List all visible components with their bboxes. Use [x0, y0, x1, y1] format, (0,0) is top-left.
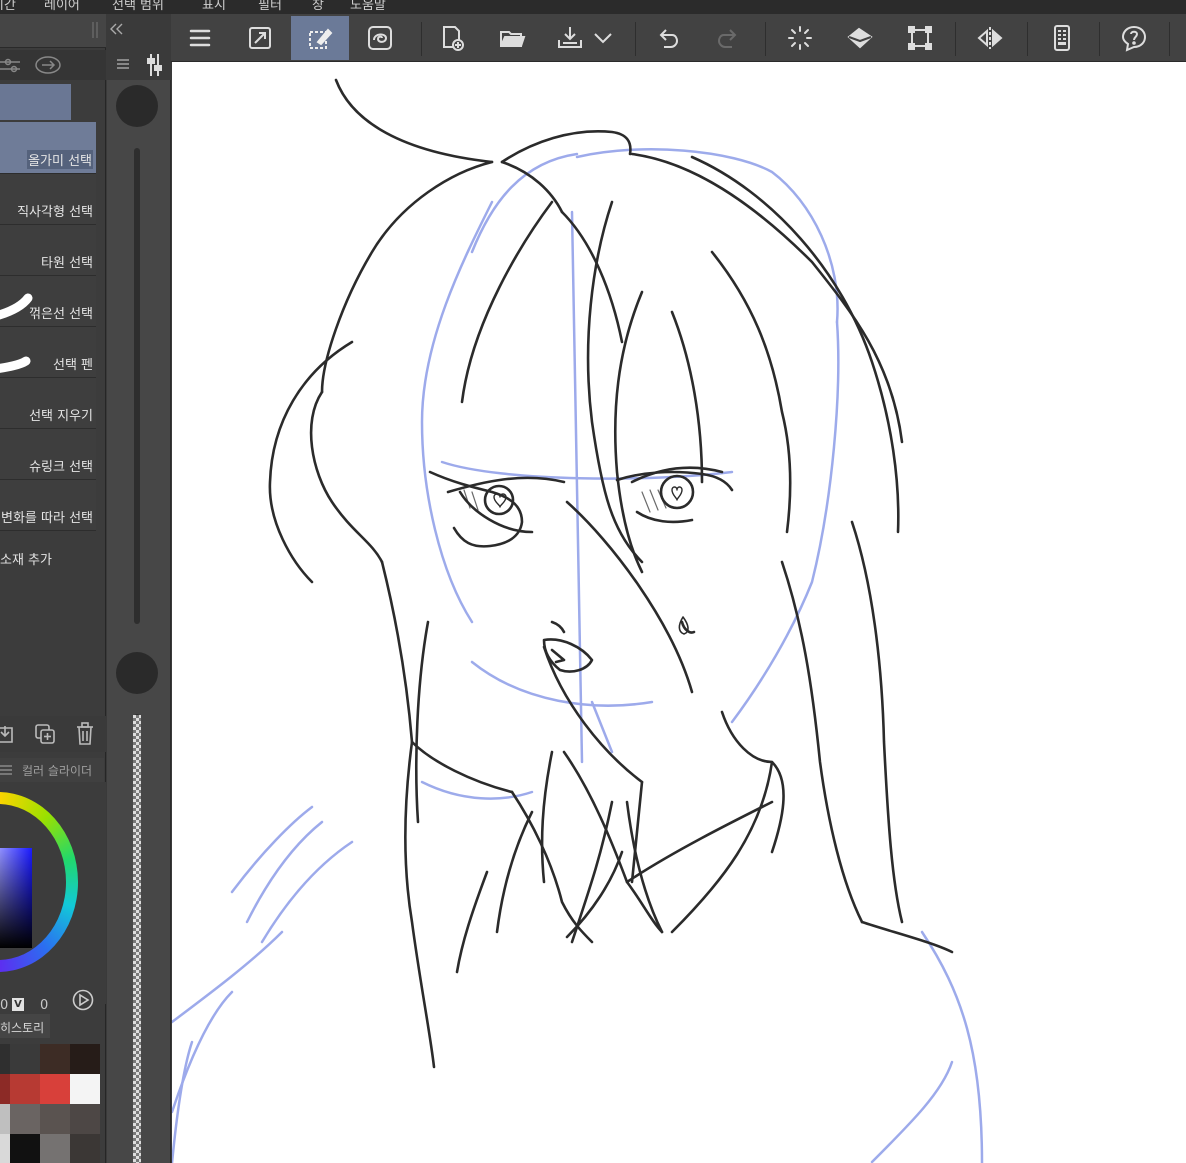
- menu-item[interactable]: 필터: [258, 0, 282, 13]
- menu-icon[interactable]: [171, 16, 229, 60]
- subtool-ellipse-select[interactable]: 타원 선택: [0, 225, 96, 276]
- brush-size-handle[interactable]: [116, 85, 158, 127]
- color-set-swatches: [0, 1044, 100, 1163]
- tool-property-icon[interactable]: [147, 54, 163, 76]
- color-swatch[interactable]: [70, 1104, 100, 1134]
- color-swatch[interactable]: [10, 1104, 40, 1134]
- sketch-artwork: [172, 78, 984, 1163]
- add-material-button[interactable]: 소재 추가: [0, 531, 96, 587]
- list-icon: [0, 765, 12, 775]
- subtool-label: 선택 지우기: [29, 409, 93, 424]
- color-picker-square[interactable]: [0, 848, 32, 948]
- history-tab[interactable]: 히스토리: [0, 1014, 50, 1038]
- subtool-follow-select[interactable]: 변화를 따라 선택: [0, 480, 96, 531]
- opacity-handle[interactable]: [116, 652, 158, 694]
- duplicate-icon[interactable]: [34, 723, 56, 745]
- subtool-label: 올가미 선택: [27, 150, 93, 169]
- menu-bar: 시간 레이어 선택 범위 표시 필터 창 도움말: [0, 0, 1186, 14]
- color-swatch[interactable]: [40, 1044, 70, 1074]
- panel-header: [0, 14, 106, 48]
- app-window: 시간 레이어 선택 범위 표시 필터 창 도움말: [0, 0, 1186, 1163]
- color-swatch[interactable]: [40, 1104, 70, 1134]
- menu-item[interactable]: 선택 범위: [112, 0, 164, 13]
- selection-tool-icon[interactable]: [291, 16, 349, 60]
- import-icon[interactable]: [0, 724, 16, 744]
- color-swatch[interactable]: [10, 1074, 40, 1104]
- subtool-lasso-select[interactable]: 올가미 선택: [0, 122, 96, 174]
- device-icon[interactable]: [1033, 16, 1091, 60]
- menu-icon[interactable]: [117, 58, 129, 70]
- subtool-label: 타원 선택: [41, 256, 93, 271]
- panel-action-bar: [0, 716, 106, 752]
- menu-item[interactable]: 창: [312, 0, 324, 13]
- color-swatch[interactable]: [10, 1044, 40, 1074]
- redo-icon[interactable]: [699, 16, 757, 60]
- subtool-shrink-select[interactable]: 슈링크 선택: [0, 429, 96, 480]
- color-slider-tab[interactable]: 컬러 슬라이더: [0, 758, 104, 782]
- trash-icon[interactable]: [75, 722, 95, 746]
- loading-icon[interactable]: [771, 16, 829, 60]
- subtool-label: 직사각형 선택: [17, 205, 93, 220]
- sync-icon[interactable]: [34, 54, 62, 76]
- open-folder-icon[interactable]: [483, 16, 541, 60]
- v-value: 0: [40, 998, 49, 1013]
- subtool-label: 슈링크 선택: [29, 460, 93, 475]
- color-swatch[interactable]: [70, 1074, 100, 1104]
- color-wheel-panel: 0 V 0: [0, 782, 106, 1013]
- help-icon[interactable]: [1105, 16, 1163, 60]
- panel-tab-row: [0, 50, 106, 80]
- color-swatch[interactable]: [40, 1074, 70, 1104]
- fit-icon[interactable]: [231, 16, 289, 60]
- sub-tool-panel: 올가미 선택 직사각형 선택 타원 선택 꺾은선 선택 선택 펜 선택 지우기 …: [0, 14, 106, 1163]
- subtool-label: 변화를 따라 선택: [1, 511, 93, 526]
- subtool-label: 소재 추가: [0, 553, 52, 568]
- drawing-canvas[interactable]: [172, 62, 1186, 1163]
- color-slider-tab-label: 컬러 슬라이더: [22, 764, 93, 778]
- menu-item[interactable]: 표시: [202, 0, 226, 13]
- color-swatch[interactable]: [70, 1134, 100, 1163]
- opacity-slider[interactable]: [133, 715, 141, 1163]
- flip-icon[interactable]: [961, 16, 1019, 60]
- transform-icon[interactable]: [891, 16, 949, 60]
- menu-item[interactable]: 레이어: [44, 0, 80, 13]
- subtool-rect-select[interactable]: 직사각형 선택: [0, 174, 96, 225]
- subtool-polyline-select[interactable]: 꺾은선 선택: [0, 276, 96, 327]
- subtool-selection-pen[interactable]: 선택 펜: [0, 327, 96, 378]
- new-file-icon[interactable]: [423, 16, 481, 60]
- brush-stroke-icon: [0, 293, 33, 320]
- v-label: V: [12, 998, 24, 1011]
- subtool-label: 선택 펜: [52, 358, 93, 373]
- color-left-value: 0: [0, 998, 9, 1013]
- menu-item[interactable]: 시간: [0, 0, 16, 13]
- play-icon[interactable]: [72, 989, 94, 1011]
- chevron-down-icon[interactable]: [586, 16, 620, 60]
- menu-item[interactable]: 도움말: [350, 0, 386, 13]
- strip-header: [107, 48, 171, 80]
- brush-size-slider[interactable]: [134, 148, 140, 624]
- slider-settings-icon[interactable]: [0, 56, 22, 74]
- history-tab-label: 히스토리: [0, 1021, 45, 1035]
- sub-tool-group-tab[interactable]: [0, 84, 71, 120]
- brush-stroke-icon: [0, 356, 31, 373]
- color-swatch[interactable]: [70, 1044, 100, 1074]
- color-swatch[interactable]: [40, 1134, 70, 1163]
- collapse-icon[interactable]: [108, 20, 128, 40]
- toolbar: [171, 14, 1186, 62]
- lasso-icon[interactable]: [351, 16, 409, 60]
- undo-icon[interactable]: [639, 16, 697, 60]
- fill-icon[interactable]: [831, 16, 889, 60]
- subtool-selection-eraser[interactable]: 선택 지우기: [0, 378, 96, 429]
- grip-icon[interactable]: [90, 22, 104, 38]
- color-swatch[interactable]: [10, 1134, 40, 1163]
